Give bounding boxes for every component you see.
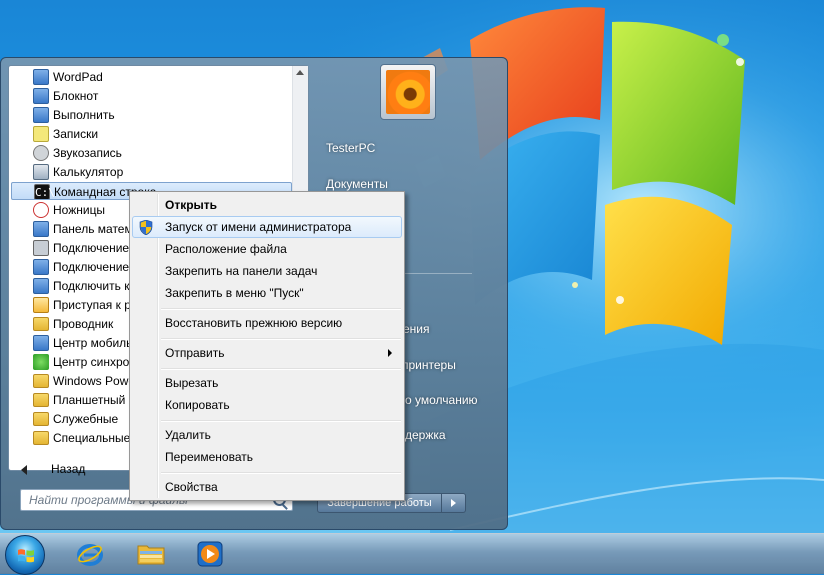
flower-avatar-icon <box>386 70 430 114</box>
back-label: Назад <box>51 462 86 476</box>
menu-separator <box>161 308 401 310</box>
network-projector-icon <box>33 240 49 256</box>
menu-item-rename[interactable]: Переименовать <box>132 446 402 468</box>
sound-recorder-icon <box>33 145 49 161</box>
snipping-tool-icon <box>33 202 49 218</box>
menu-item-restore-previous[interactable]: Восстановить прежнюю версию <box>132 312 402 334</box>
menu-item-properties[interactable]: Свойства <box>132 476 402 498</box>
user-picture[interactable] <box>380 64 436 120</box>
projector-icon <box>33 278 49 294</box>
program-label: Блокнот <box>53 89 99 103</box>
menu-item-label: Запуск от имени администратора <box>165 220 352 234</box>
right-item-default-programs[interactable]: о умолчанию <box>405 393 478 407</box>
submenu-arrow-icon <box>388 349 392 357</box>
program-label: Записки <box>53 127 99 141</box>
start-button[interactable] <box>5 535 45 575</box>
right-item-devices-printers[interactable]: принтеры <box>402 358 456 372</box>
program-item-calculator[interactable]: Калькулятор <box>11 163 292 181</box>
menu-item-delete[interactable]: Удалить <box>132 424 402 446</box>
program-label: WordPad <box>53 70 103 84</box>
menu-item-file-location[interactable]: Расположение файла <box>132 238 402 260</box>
back-arrow-icon <box>21 465 27 475</box>
program-label: Ножницы <box>53 203 106 217</box>
chevron-right-icon <box>451 499 456 507</box>
menu-item-pin-taskbar[interactable]: Закрепить на панели задач <box>132 260 402 282</box>
context-menu: Открыть Запуск от имени администратора Р… <box>129 191 405 501</box>
menu-item-run-as-admin[interactable]: Запуск от имени администратора <box>132 216 402 238</box>
taskbar-internet-explorer[interactable] <box>63 537 117 571</box>
program-label: Звукозапись <box>53 146 122 160</box>
folder-icon <box>33 412 49 426</box>
taskbar-media-player[interactable] <box>183 537 237 571</box>
right-item-user[interactable]: TesterPC <box>326 141 375 155</box>
program-item-run[interactable]: Выполнить <box>11 106 292 124</box>
math-input-icon <box>33 221 49 237</box>
program-label: Выполнить <box>53 108 115 122</box>
program-item-sticky-notes[interactable]: Записки <box>11 125 292 143</box>
shutdown-options-button[interactable] <box>442 493 466 513</box>
right-item-documents[interactable]: Документы <box>326 177 388 191</box>
windows-logo-icon <box>18 549 34 563</box>
program-item-notepad[interactable]: Блокнот <box>11 87 292 105</box>
windows-explorer-icon <box>137 545 165 565</box>
folder-icon <box>33 431 49 445</box>
menu-item-open[interactable]: Открыть <box>132 194 402 216</box>
run-icon <box>33 107 49 123</box>
menu-item-send-to[interactable]: Отправить <box>132 342 402 364</box>
sticky-notes-icon <box>33 126 49 142</box>
uac-shield-icon <box>139 220 153 235</box>
sync-center-icon <box>33 354 49 370</box>
menu-item-cut[interactable]: Вырезать <box>132 372 402 394</box>
taskbar-windows-explorer[interactable] <box>124 537 178 571</box>
wordpad-icon <box>33 69 49 85</box>
mobility-center-icon <box>33 335 49 351</box>
menu-separator <box>161 368 401 370</box>
explorer-icon <box>33 317 49 331</box>
menu-item-pin-start[interactable]: Закрепить в меню "Пуск" <box>132 282 402 304</box>
menu-separator <box>161 338 401 340</box>
command-prompt-icon: C:\ <box>34 184 55 199</box>
program-label: Проводник <box>53 317 114 331</box>
program-label: Калькулятор <box>53 165 124 179</box>
folder-icon <box>33 393 49 407</box>
menu-item-label: Отправить <box>165 346 225 360</box>
taskbar <box>0 533 824 575</box>
scroll-up-icon[interactable] <box>296 70 304 75</box>
program-label: Служебные <box>53 412 119 426</box>
notepad-icon <box>33 88 49 104</box>
program-item-wordpad[interactable]: WordPad <box>11 68 292 86</box>
program-item-sound-recorder[interactable]: Звукозапись <box>11 144 292 162</box>
right-item-help-support[interactable]: держка <box>405 428 446 442</box>
menu-separator <box>161 420 401 422</box>
calculator-icon <box>33 164 49 180</box>
menu-item-copy[interactable]: Копировать <box>132 394 402 416</box>
getting-started-icon <box>33 297 49 313</box>
remote-desktop-icon <box>33 259 49 275</box>
folder-icon <box>33 374 49 388</box>
menu-separator <box>161 472 401 474</box>
media-player-icon <box>197 541 223 567</box>
internet-explorer-icon <box>77 544 103 566</box>
